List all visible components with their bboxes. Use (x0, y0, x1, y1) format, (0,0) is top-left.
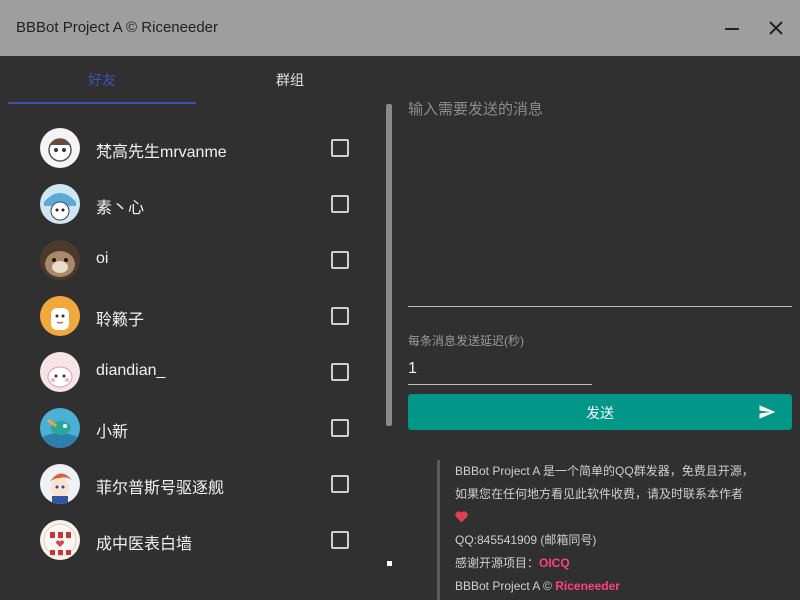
about-panel: BBBot Project A 是一个简单的QQ群发器，免费且开源，如果您在任何… (437, 460, 757, 600)
avatar (40, 520, 80, 560)
avatar (40, 296, 80, 336)
friend-list: 梵高先生mrvanme 素丶心 oi 聆籁子 diandian_ 小新 菲尔普斯… (0, 120, 384, 600)
about-description: BBBot Project A 是一个简单的QQ群发器，免费且开源，如果您在任何… (455, 460, 757, 529)
list-item[interactable]: diandian_ (0, 344, 384, 400)
oicq-link[interactable]: OICQ (539, 556, 570, 570)
list-item[interactable]: 素丶心 (0, 176, 384, 232)
delay-field[interactable] (408, 354, 592, 385)
friend-checkbox[interactable] (331, 419, 349, 437)
list-item[interactable]: 聆籁子 (0, 288, 384, 344)
about-qq: QQ:845541909 (邮箱同号) (455, 533, 597, 547)
avatar (40, 240, 80, 280)
friend-checkbox[interactable] (331, 139, 349, 157)
friend-name: 小新 (96, 424, 129, 441)
send-button[interactable]: 发送 (408, 394, 792, 430)
friend-name: diandian_ (96, 362, 166, 379)
about-thanks: 感谢开源项目：OICQ (455, 552, 757, 575)
minimize-button[interactable] (716, 12, 748, 44)
friend-name: 菲尔普斯号驱逐舰 (96, 480, 225, 497)
friend-name: 聆籁子 (96, 312, 145, 329)
avatar (40, 464, 80, 504)
list-item[interactable]: 梵高先生mrvanme (0, 120, 384, 176)
close-button[interactable] (760, 12, 792, 44)
avatar (40, 184, 80, 224)
list-item[interactable]: oi (0, 232, 384, 288)
friend-checkbox[interactable] (331, 475, 349, 493)
delay-input[interactable] (408, 354, 592, 384)
avatar (40, 352, 80, 392)
friend-name: 素丶心 (96, 200, 145, 217)
avatar (40, 128, 80, 168)
message-field[interactable] (408, 92, 792, 307)
active-tab-indicator (8, 102, 196, 104)
scrollbar[interactable] (386, 104, 392, 426)
tab-friends[interactable]: 好友 (8, 56, 196, 104)
window-title: BBBot Project A © Riceneeder (16, 19, 218, 36)
thanks-prefix: 感谢开源项目： (455, 556, 540, 570)
resize-handle[interactable] (387, 561, 392, 566)
friend-checkbox[interactable] (331, 251, 349, 269)
title-bar: BBBot Project A © Riceneeder (0, 0, 800, 56)
about-copyright: BBBot Project A © Riceneeder (455, 575, 757, 598)
friend-name: 梵高先生mrvanme (96, 144, 227, 161)
about-description-text: BBBot Project A 是一个简单的QQ群发器，免费且开源，如果您在任何… (455, 464, 754, 501)
friend-checkbox[interactable] (331, 307, 349, 325)
list-item[interactable]: 成中医表白墙 (0, 512, 384, 568)
friend-checkbox[interactable] (331, 531, 349, 549)
tab-bar: 好友 群组 (8, 56, 384, 104)
author-link[interactable]: Riceneeder (555, 579, 620, 593)
friend-checkbox[interactable] (331, 363, 349, 381)
friend-name: 成中医表白墙 (96, 536, 193, 553)
message-input[interactable] (408, 92, 792, 306)
avatar (40, 408, 80, 448)
send-button-label: 发送 (586, 405, 614, 421)
list-item[interactable]: 菲尔普斯号驱逐舰 (0, 456, 384, 512)
friend-checkbox[interactable] (331, 195, 349, 213)
send-icon (759, 405, 776, 419)
copyright-prefix: BBBot Project A © (455, 579, 556, 593)
heart-icon (455, 511, 468, 523)
delay-label: 每条消息发送延迟(秒) (408, 334, 524, 348)
minimize-icon (725, 28, 739, 30)
tab-groups[interactable]: 群组 (196, 56, 384, 104)
list-item[interactable]: 小新 (0, 400, 384, 456)
close-icon (769, 21, 783, 35)
friend-name: oi (96, 250, 109, 267)
